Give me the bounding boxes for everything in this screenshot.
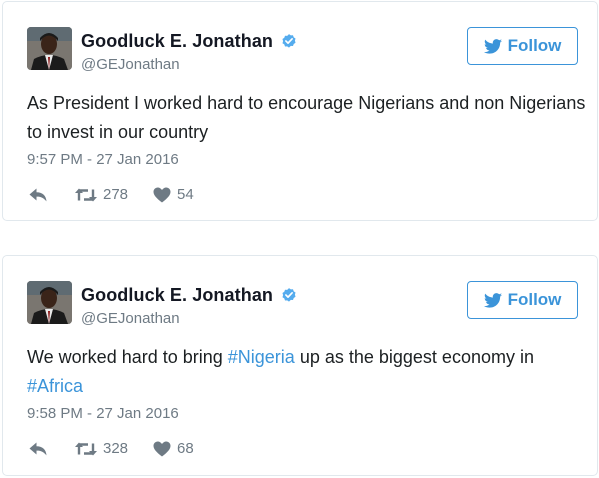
- user-handle[interactable]: @GEJonathan: [81, 56, 180, 73]
- retweet-button[interactable]: 328: [75, 440, 128, 457]
- avatar-portrait-icon: [27, 27, 72, 70]
- hashtag-link-africa[interactable]: #Africa: [27, 376, 83, 396]
- tweet-timestamp[interactable]: 9:57 PM - 27 Jan 2016: [27, 151, 179, 168]
- follow-button[interactable]: Follow: [467, 281, 578, 319]
- avatar[interactable]: [27, 27, 72, 70]
- retweet-icon: [75, 188, 97, 201]
- name-row: Goodluck E. Jonathan: [81, 31, 298, 52]
- like-button[interactable]: 54: [153, 186, 194, 203]
- reply-arrow-icon: [29, 442, 47, 455]
- user-handle[interactable]: @GEJonathan: [81, 310, 180, 327]
- reply-button[interactable]: [29, 442, 49, 456]
- follow-button[interactable]: Follow: [467, 27, 578, 65]
- reply-arrow-icon: [29, 188, 47, 201]
- retweet-count: 328: [103, 440, 129, 457]
- tweet-text-segment: up as the biggest economy in: [294, 347, 534, 367]
- avatar[interactable]: [27, 281, 72, 324]
- heart-icon: [153, 441, 171, 456]
- tweet-text-segment: As President I worked hard to encourage …: [27, 93, 586, 142]
- like-button[interactable]: 68: [153, 440, 194, 457]
- like-count: 68: [177, 440, 194, 457]
- tweet-text-segment: We worked hard to bring: [27, 347, 228, 367]
- hashtag-link-nigeria[interactable]: #Nigeria: [228, 347, 295, 367]
- retweet-button[interactable]: 278: [75, 186, 128, 203]
- twitter-bird-icon: [483, 292, 502, 308]
- tweet-timestamp[interactable]: 9:58 PM - 27 Jan 2016: [27, 405, 179, 422]
- retweet-count: 278: [103, 186, 129, 203]
- tweet-text: As President I worked hard to encourage …: [27, 89, 587, 147]
- tweet-actions: 278 54: [29, 186, 194, 203]
- follow-label: Follow: [507, 290, 562, 309]
- follow-label: Follow: [507, 36, 562, 55]
- twitter-bird-icon: [483, 38, 502, 54]
- reply-button[interactable]: [29, 188, 49, 202]
- tweet-card: Goodluck E. Jonathan @GEJonathan Follow …: [2, 255, 598, 476]
- display-name[interactable]: Goodluck E. Jonathan: [81, 31, 273, 52]
- avatar-portrait-icon: [27, 281, 72, 324]
- name-row: Goodluck E. Jonathan: [81, 285, 298, 306]
- retweet-icon: [75, 442, 97, 455]
- tweet-card: Goodluck E. Jonathan @GEJonathan Follow …: [2, 1, 598, 221]
- tweet-actions: 328 68: [29, 440, 194, 457]
- like-count: 54: [177, 186, 194, 203]
- verified-badge-icon: [282, 287, 296, 302]
- tweet-text: We worked hard to bring #Nigeria up as t…: [27, 343, 587, 401]
- display-name[interactable]: Goodluck E. Jonathan: [81, 285, 273, 306]
- verified-badge-icon: [282, 33, 296, 48]
- heart-icon: [153, 187, 171, 202]
